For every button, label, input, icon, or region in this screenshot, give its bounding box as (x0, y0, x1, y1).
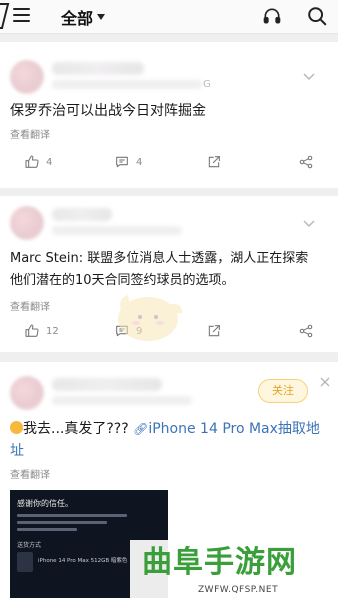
comment-button[interactable]: 9 (114, 323, 142, 339)
comment-count: 9 (136, 325, 143, 337)
post-link-continued[interactable]: 址 (10, 440, 24, 462)
share-button[interactable] (206, 323, 222, 339)
chevron-down-icon[interactable] (303, 73, 315, 81)
site-watermark-title: 曲阜手游网 (142, 545, 297, 580)
post-text: 保罗乔治可以出战今日对阵掘金 (10, 103, 206, 119)
thumbs-up-icon (25, 155, 39, 168)
avatar[interactable] (10, 206, 44, 240)
link-icon: 🔗︎ (133, 422, 149, 436)
avatar[interactable] (10, 60, 44, 94)
share-external-icon (208, 325, 220, 337)
post-text-line-1: Marc Stein: 联盟多位消息人士透露，湖人正在探索 (10, 251, 309, 266)
author-name[interactable] (52, 378, 162, 391)
more-share-button[interactable] (298, 154, 314, 170)
feed-filter-dropdown[interactable]: 全部 (61, 5, 106, 29)
comment-icon (116, 325, 128, 337)
more-share-button[interactable] (298, 323, 314, 339)
avatar[interactable] (10, 376, 44, 410)
app-logo-edge (0, 3, 10, 29)
thumbs-up-icon (25, 324, 39, 337)
like-count: 12 (46, 325, 59, 337)
image-text-line (17, 528, 77, 531)
image-text-line (17, 521, 107, 524)
like-button[interactable]: 12 (24, 323, 59, 339)
image-title: 感谢你的信任。 (17, 499, 73, 508)
like-count: 4 (46, 156, 53, 168)
follow-button[interactable]: 关注 (258, 379, 308, 403)
comment-icon (116, 156, 128, 168)
image-text-line (17, 514, 127, 517)
search-icon[interactable] (306, 5, 328, 27)
post-meta-tail: G (203, 79, 211, 90)
translate-link[interactable]: 查看翻译 (10, 466, 50, 481)
like-button[interactable]: 4 (24, 154, 52, 170)
author-name[interactable] (52, 208, 112, 221)
share-nodes-icon (299, 155, 313, 169)
post-meta (52, 396, 192, 405)
post-link[interactable]: iPhone 14 Pro Max抽取地 (148, 421, 320, 437)
image-product-name: iPhone 14 Pro Max 512GB 暗紫色 (38, 558, 128, 564)
feed-filter-label: 全部 (61, 9, 94, 28)
author-name[interactable] (52, 62, 144, 75)
post-text-prefix: 我去...真发了??? (23, 421, 129, 437)
top-bar: 全部 (0, 0, 338, 34)
post-card[interactable]: G 保罗乔治可以出战今日对阵掘金 查看翻译 4 4 (0, 42, 338, 188)
translate-link[interactable]: 查看翻译 (10, 126, 50, 141)
post-text-line-2: 他们潜在的10天合同签约球员的选项。 (10, 273, 235, 288)
share-nodes-icon (299, 324, 313, 338)
post-text: 我去...真发了??? 🔗︎iPhone 14 Pro Max抽取地 (10, 418, 320, 440)
translate-link[interactable]: 查看翻译 (10, 298, 50, 313)
shocked-emoji-icon (10, 421, 23, 434)
image-section-label: 送货方式 (17, 542, 42, 549)
comment-count: 4 (136, 156, 143, 168)
comment-button[interactable]: 4 (114, 154, 142, 170)
post-card[interactable]: Marc Stein: 联盟多位消息人士透露，湖人正在探索 他们潜在的10天合同… (0, 196, 338, 352)
share-button[interactable] (206, 154, 222, 170)
caret-down-icon (97, 14, 106, 20)
post-meta (52, 80, 202, 89)
site-watermark-url: ZWFW.QFSP.NET (198, 585, 279, 595)
share-external-icon (208, 156, 220, 168)
image-product-thumbnail (17, 552, 33, 572)
post-meta (52, 226, 182, 235)
headphone-icon[interactable] (262, 6, 282, 26)
close-icon[interactable] (320, 377, 330, 387)
menu-icon[interactable] (13, 8, 30, 22)
chevron-down-icon[interactable] (303, 220, 315, 228)
